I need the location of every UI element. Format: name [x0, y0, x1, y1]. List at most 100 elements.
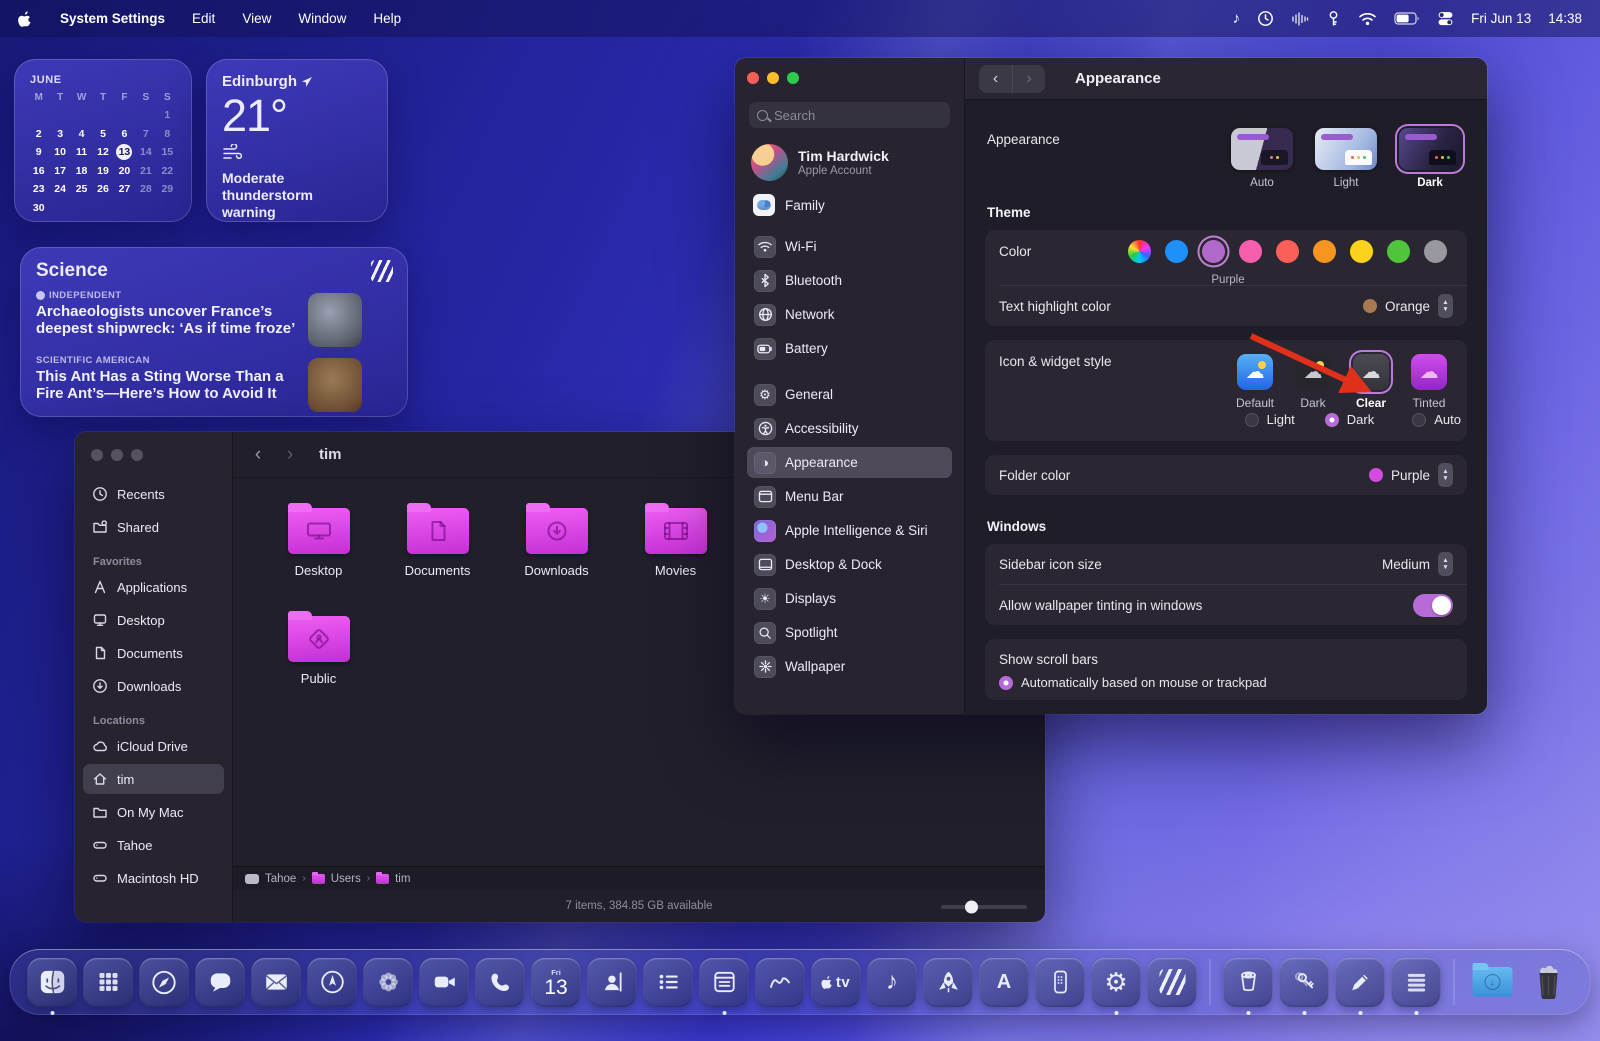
weather-widget[interactable]: Edinburgh 21° Moderate thunderstorm warn… — [206, 59, 388, 222]
dock-trash[interactable] — [1522, 951, 1575, 1013]
settings-sidebar-wifi[interactable]: Wi-Fi — [747, 231, 952, 262]
path-item[interactable]: tim — [395, 873, 410, 885]
settings-sidebar-family[interactable]: Family — [747, 189, 952, 221]
dock-phone[interactable] — [474, 951, 527, 1013]
news-article[interactable]: INDEPENDENT Archaeologists uncover Franc… — [36, 290, 392, 347]
dock-pencil[interactable] — [1334, 951, 1387, 1013]
finder-sidebar-icloud[interactable]: iCloud Drive — [83, 731, 224, 761]
settings-window-controls[interactable] — [747, 72, 952, 84]
dock-passwords[interactable] — [1278, 951, 1331, 1013]
theme-color-pink[interactable] — [1239, 240, 1262, 263]
dock-contacts[interactable] — [586, 951, 639, 1013]
dock-system-settings[interactable]: ⚙ — [1090, 951, 1143, 1013]
screen-time-icon[interactable] — [1257, 10, 1274, 27]
theme-color-orange[interactable] — [1313, 240, 1336, 263]
dock-apple-tv[interactable]: tv — [810, 951, 863, 1013]
battery-icon[interactable] — [1394, 12, 1420, 25]
dock-downloads-folder[interactable]: ↓ — [1466, 951, 1519, 1013]
folder-public[interactable]: Public — [259, 608, 378, 686]
settings-sidebar-accessibility[interactable]: Accessibility — [747, 413, 952, 444]
menu-date[interactable]: Fri Jun 13 — [1471, 11, 1531, 26]
scroll-bars-radio[interactable] — [999, 676, 1013, 690]
icon-style-clear[interactable]: ☁ Clear — [1349, 354, 1393, 410]
theme-color-gray[interactable] — [1424, 240, 1447, 263]
settings-sidebar-battery[interactable]: Battery — [747, 333, 952, 364]
highlight-color-stepper[interactable]: ▲▼ — [1438, 294, 1453, 318]
forward-icon[interactable]: › — [1012, 65, 1045, 93]
folder-color-stepper[interactable]: ▲▼ — [1438, 463, 1453, 487]
theme-color-purple[interactable] — [1202, 240, 1225, 263]
mode-radio-light[interactable] — [1245, 413, 1259, 427]
dock-speaker[interactable] — [1222, 951, 1275, 1013]
folder-desktop[interactable]: Desktop — [259, 500, 378, 578]
settings-sidebar-appearance[interactable]: ◑ Appearance — [747, 447, 952, 478]
theme-color-green[interactable] — [1387, 240, 1410, 263]
appearance-option-dark[interactable]: Dark — [1399, 128, 1461, 189]
theme-color-blue[interactable] — [1165, 240, 1188, 263]
news-article[interactable]: SCIENTIFIC AMERICAN This Ant Has a Sting… — [36, 355, 392, 412]
menu-window[interactable]: Window — [298, 11, 346, 26]
folder-movies[interactable]: Movies — [616, 500, 735, 578]
folder-documents[interactable]: Documents — [378, 500, 497, 578]
dock-photos[interactable] — [362, 951, 415, 1013]
path-item[interactable]: Tahoe — [265, 873, 296, 885]
slider-knob[interactable] — [965, 901, 978, 914]
dock-iphone-mirroring[interactable] — [1034, 951, 1087, 1013]
icon-style-dark[interactable]: ☁ Dark — [1291, 354, 1335, 410]
apple-menu-icon[interactable] — [18, 10, 33, 27]
dock-calendar[interactable]: Fri 13 — [530, 951, 583, 1013]
dock-music[interactable]: ♪ — [866, 951, 919, 1013]
voice-control-icon[interactable] — [1291, 11, 1309, 27]
mode-radio-auto[interactable] — [1412, 413, 1426, 427]
icon-style-tinted[interactable]: ☁ Tinted — [1407, 354, 1451, 410]
menu-app-name[interactable]: System Settings — [60, 11, 165, 26]
finder-sidebar-applications[interactable]: Applications — [83, 572, 224, 602]
mode-radio-dark[interactable] — [1325, 413, 1339, 427]
menu-help[interactable]: Help — [373, 11, 401, 26]
finder-window-controls[interactable] — [91, 449, 224, 461]
music-icon[interactable]: ♪ — [1233, 10, 1241, 27]
theme-color-red[interactable] — [1276, 240, 1299, 263]
icon-style-default[interactable]: ☁ Default — [1233, 354, 1277, 410]
settings-sidebar-wallpaper[interactable]: Wallpaper — [747, 651, 952, 682]
finder-sidebar-onmymac[interactable]: On My Mac — [83, 797, 224, 827]
finder-sidebar-downloads[interactable]: Downloads — [83, 671, 224, 701]
finder-sidebar-documents[interactable]: Documents — [83, 638, 224, 668]
forward-icon[interactable]: › — [279, 444, 301, 466]
finder-sidebar-tahoe[interactable]: Tahoe — [83, 830, 224, 860]
appearance-option-light[interactable]: Light — [1315, 128, 1377, 189]
finder-sidebar-home[interactable]: tim — [83, 764, 224, 794]
back-icon[interactable]: ‹ — [247, 444, 269, 466]
wifi-icon[interactable] — [1358, 12, 1377, 26]
dock-launchpad[interactable] — [82, 951, 135, 1013]
dock-facetime[interactable] — [418, 951, 471, 1013]
search-input[interactable] — [774, 108, 924, 123]
folder-downloads[interactable]: Downloads — [497, 500, 616, 578]
dock-mail[interactable] — [250, 951, 303, 1013]
calendar-widget[interactable]: JUNE MTWTFSS 123456789101112131415161718… — [14, 59, 192, 222]
settings-sidebar-spotlight[interactable]: Spotlight — [747, 617, 952, 648]
dock-notes[interactable] — [698, 951, 751, 1013]
finder-sidebar-macintosh-hd[interactable]: Macintosh HD — [83, 863, 224, 893]
theme-color-multicolor[interactable] — [1128, 240, 1151, 263]
dock-safari[interactable] — [138, 951, 191, 1013]
dock-maps[interactable] — [306, 951, 359, 1013]
theme-color-yellow[interactable] — [1350, 240, 1373, 263]
icon-size-slider[interactable] — [941, 905, 1027, 909]
dock-news[interactable] — [1146, 951, 1199, 1013]
dock-app-store[interactable]: A — [978, 951, 1031, 1013]
settings-sidebar-desktop-dock[interactable]: Desktop & Dock — [747, 549, 952, 580]
settings-sidebar-network[interactable]: Network — [747, 299, 952, 330]
menu-time[interactable]: 14:38 — [1548, 11, 1582, 26]
dock-freeform[interactable] — [754, 951, 807, 1013]
apple-account-row[interactable]: Tim Hardwick Apple Account — [751, 144, 948, 181]
passwords-icon[interactable] — [1326, 10, 1341, 27]
back-icon[interactable]: ‹ — [979, 65, 1012, 93]
finder-sidebar-shared[interactable]: Shared — [83, 512, 224, 542]
wallpaper-tinting-toggle[interactable] — [1413, 594, 1453, 617]
finder-sidebar-desktop[interactable]: Desktop — [83, 605, 224, 635]
settings-sidebar-bluetooth[interactable]: Bluetooth — [747, 265, 952, 296]
settings-sidebar-apple-intelligence-siri[interactable]: Apple Intelligence & Siri — [747, 515, 952, 546]
dock-reminders[interactable] — [642, 951, 695, 1013]
settings-sidebar-displays[interactable]: ☀ Displays — [747, 583, 952, 614]
